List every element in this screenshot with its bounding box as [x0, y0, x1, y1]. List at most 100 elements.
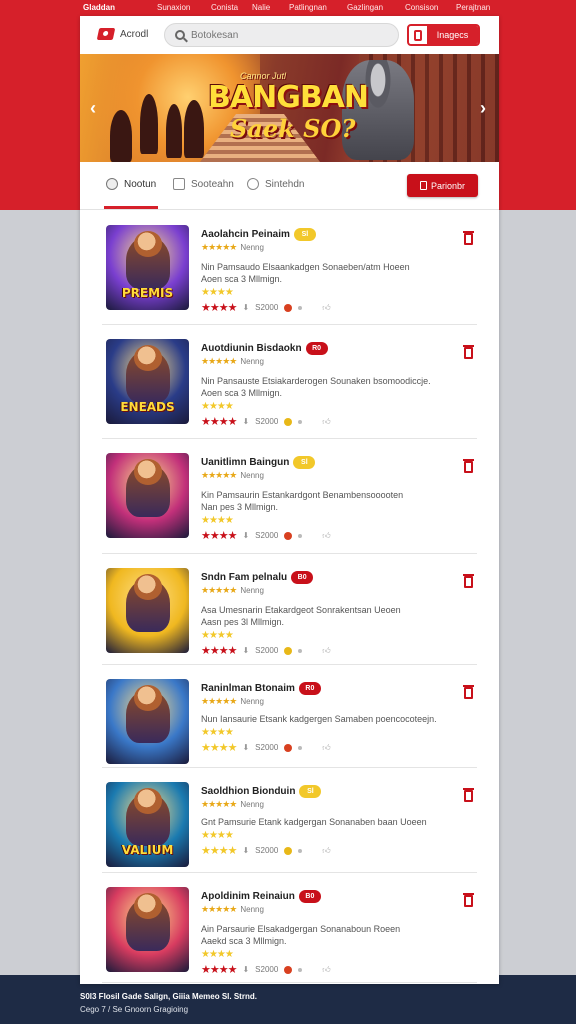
game-thumbnail[interactable] — [106, 568, 189, 653]
item-count: S2000 — [255, 846, 279, 855]
list-item[interactable]: Sndn Fam pelnalu B0 ★★★★★ Nenng Asa Umes… — [102, 554, 477, 665]
game-thumbnail[interactable] — [106, 679, 189, 764]
item-badge: Sl — [293, 456, 316, 469]
thumbs-up-icon[interactable]: 👍︎ — [322, 743, 330, 753]
game-thumbnail[interactable] — [106, 453, 189, 538]
active-tab-indicator — [104, 206, 158, 209]
tab-label: Sooteahn — [191, 178, 234, 190]
trash-icon[interactable] — [463, 788, 474, 802]
tab-label: Sintehdn — [265, 178, 305, 190]
search-input[interactable] — [191, 29, 371, 41]
thumbs-up-icon[interactable]: 👍︎ — [322, 965, 330, 975]
logo[interactable]: Acrodl — [96, 28, 149, 40]
chevron-left-icon[interactable]: ‹ — [90, 98, 96, 119]
item-count: S2000 — [255, 417, 279, 426]
footer: S0l3 Flosil Gade Salign, Giiia Memeo Sl.… — [80, 990, 257, 1016]
item-badge: R0 — [298, 682, 321, 695]
trash-icon[interactable] — [463, 574, 474, 588]
dot-icon — [298, 848, 303, 853]
trash-icon[interactable] — [463, 231, 474, 245]
item-desc-line: Nin Pansauste Etsiakarderogen Sounaken b… — [201, 376, 431, 386]
top-nav-link[interactable]: Gazlingan — [347, 3, 383, 12]
item-title-row: Raninlman Btonaim R0 — [201, 682, 321, 695]
banner-subtitle: Saek SO? — [230, 114, 356, 143]
thumbs-up-icon[interactable]: 👍︎ — [322, 531, 330, 541]
star-rating-icon: ★★★★ — [201, 949, 234, 960]
item-rating-row: ★★★★★ Nenng — [201, 696, 264, 707]
item-title[interactable]: Auotdiunin Bisdaokn — [201, 343, 302, 354]
trash-icon[interactable] — [463, 893, 474, 907]
item-title[interactable]: Apoldinim Reinaiun — [201, 891, 295, 902]
tab-nootun[interactable]: Nootun — [106, 178, 156, 190]
game-thumbnail[interactable] — [106, 887, 189, 972]
star-rating-icon: ★★★★★ — [201, 470, 237, 480]
hero-banner[interactable]: Cannor Jutl BANGBAN Saek SO? ‹ › — [80, 54, 499, 162]
logo-icon — [96, 28, 116, 40]
banner-silhouette — [140, 94, 158, 154]
list-item[interactable]: PREMIS Aaolahcin Peinaim Sl ★★★★★ Nenng … — [102, 211, 477, 325]
item-title[interactable]: Sndn Fam pelnalu — [201, 572, 287, 583]
login-label: Inagecs — [427, 26, 478, 44]
top-nav-link[interactable]: Conista — [211, 3, 238, 12]
thumbnail-head — [134, 788, 162, 814]
top-nav-link[interactable]: Consison — [405, 3, 438, 12]
thumbs-up-icon[interactable]: 👍︎ — [322, 417, 330, 427]
thumbs-up-icon[interactable]: 👍︎ — [322, 846, 330, 856]
thumbnail-head — [134, 685, 162, 711]
list-item[interactable]: ENEADS Auotdiunin Bisdaokn R0 ★★★★★ Nenn… — [102, 325, 477, 439]
item-desc-line: Aoen sca 3 Mllmign. — [201, 274, 283, 284]
top-nav-link[interactable]: Sunaxion — [157, 3, 190, 12]
tab-sintehdn[interactable]: Sintehdn — [247, 178, 304, 190]
item-title-row: Auotdiunin Bisdaokn R0 — [201, 342, 328, 355]
item-badge: R0 — [305, 342, 328, 355]
star-rating-icon: ★★★★★ — [201, 585, 237, 595]
star-rating-icon: ★★★★ — [201, 964, 237, 976]
flame-icon — [284, 417, 293, 426]
flame-icon — [284, 743, 293, 752]
thumbs-up-icon[interactable]: 👍︎ — [322, 303, 330, 313]
item-title[interactable]: Saoldhion Bionduin — [201, 786, 295, 797]
item-title[interactable]: Raninlman Btonaim — [201, 683, 295, 694]
game-thumbnail[interactable]: ENEADS — [106, 339, 189, 424]
item-meta-row: ★★★★ ⬇ S2000 👍︎ — [201, 844, 331, 857]
thumbs-up-icon[interactable]: 👍︎ — [322, 646, 330, 656]
tab-sooteahn[interactable]: Sooteahn — [173, 178, 234, 190]
game-thumbnail[interactable]: PREMIS — [106, 225, 189, 310]
list-item[interactable]: Raninlman Btonaim R0 ★★★★★ Nenng Nun Ian… — [102, 665, 477, 768]
top-nav-brand[interactable]: Gladdan — [83, 3, 115, 12]
item-desc-line: Aoen sca 3 Mllmign. — [201, 388, 283, 398]
thumbnail-label: ENEADS — [120, 400, 175, 414]
search-bar[interactable] — [164, 23, 399, 47]
game-thumbnail[interactable]: VALIUM — [106, 782, 189, 867]
list-item[interactable]: VALIUM Saoldhion Bionduin Sl ★★★★★ Nenng… — [102, 768, 477, 873]
item-title-row: Sndn Fam pelnalu B0 — [201, 571, 314, 584]
item-rating-row: ★★★★★ Nenng — [201, 904, 264, 915]
favorites-label: Parionbr — [430, 180, 466, 191]
trash-icon[interactable] — [463, 345, 474, 359]
thumbnail-head — [134, 345, 162, 371]
trash-icon[interactable] — [463, 459, 474, 473]
item-subtitle: Nenng — [240, 697, 264, 706]
item-desc-line: Kin Pamsaurin Estankardgont Benambensooo… — [201, 490, 404, 500]
star-rating-icon: ★★★★ — [201, 401, 234, 412]
login-button[interactable]: Inagecs — [407, 24, 480, 46]
trash-icon[interactable] — [463, 685, 474, 699]
item-title[interactable]: Uanitlimn Baingun — [201, 457, 289, 468]
top-nav-link[interactable]: Perajtnan — [456, 3, 490, 12]
list-item[interactable]: Uanitlimn Baingun Sl ★★★★★ Nenng Kin Pam… — [102, 439, 477, 554]
star-rating-icon: ★★★★ — [201, 830, 234, 841]
item-title[interactable]: Aaolahcin Peinaim — [201, 229, 290, 240]
download-icon: ⬇ — [242, 646, 250, 655]
star-rating-icon: ★★★★★ — [201, 356, 237, 366]
logo-text: Acrodl — [120, 28, 149, 40]
list-item[interactable]: Apoldinim Reinaiun B0 ★★★★★ Nenng Ain Pa… — [102, 873, 477, 983]
item-meta-row: ★★★★ ⬇ S2000 👍︎ — [201, 644, 331, 657]
dot-icon — [298, 533, 303, 538]
header: Acrodl Inagecs — [80, 16, 499, 54]
thumbnail-head — [134, 574, 162, 600]
item-badge: B0 — [291, 571, 314, 584]
top-nav-link[interactable]: Patlingnan — [289, 3, 327, 12]
top-nav-link[interactable]: Nalie — [252, 3, 270, 12]
chevron-right-icon[interactable]: › — [480, 98, 486, 119]
favorites-button[interactable]: Parionbr — [407, 174, 478, 197]
